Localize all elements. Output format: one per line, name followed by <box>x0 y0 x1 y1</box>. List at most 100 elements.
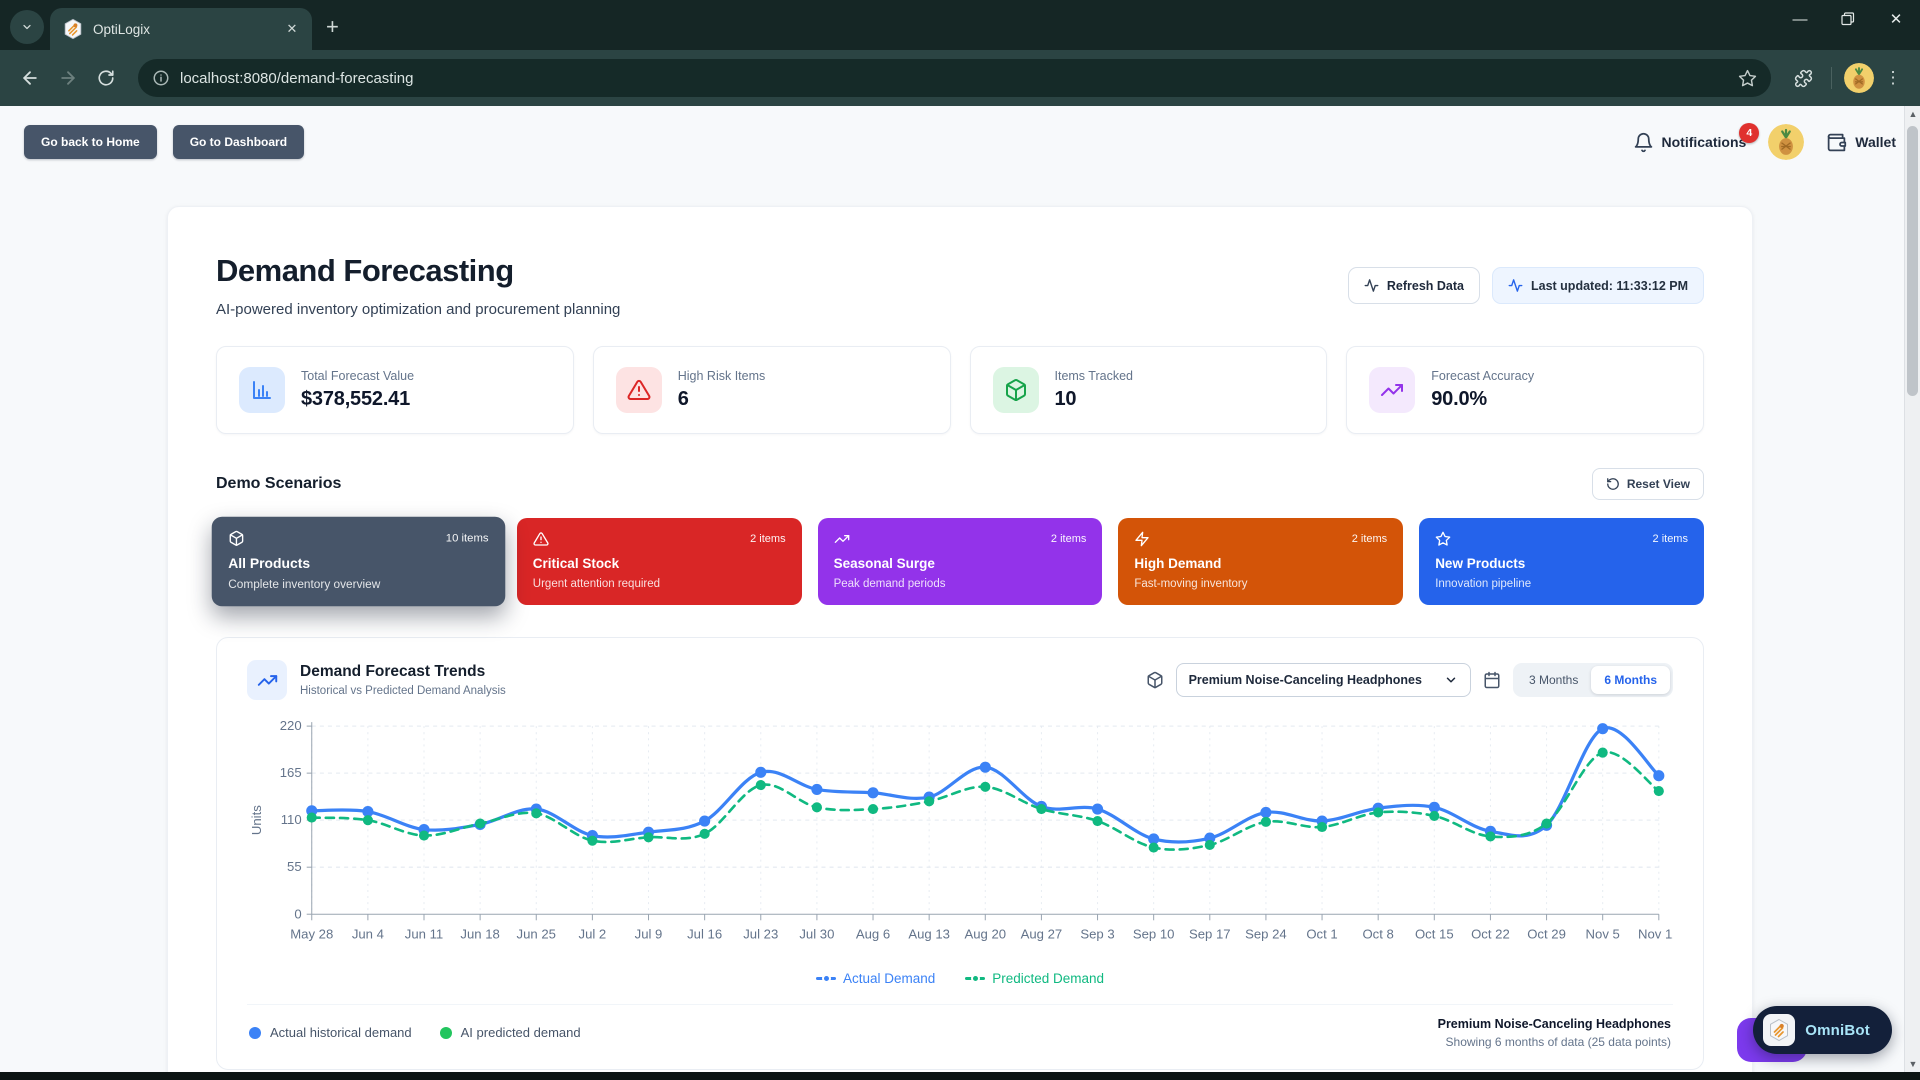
legend-predicted-demand[interactable]: Predicted Demand <box>965 971 1104 986</box>
omnibot-logo-icon <box>1763 1014 1795 1046</box>
scroll-up-arrow-icon[interactable]: ▲ <box>1905 106 1920 122</box>
tab-close-icon[interactable]: ✕ <box>282 19 302 39</box>
scenario-card-critical-stock[interactable]: 2 items Critical Stock Urgent attention … <box>517 518 802 605</box>
scenario-items-count: 2 items <box>1352 533 1387 545</box>
window-bottom-edge <box>0 1072 1920 1080</box>
go-dashboard-button[interactable]: Go to Dashboard <box>173 125 304 159</box>
scenario-card-seasonal-surge[interactable]: 2 items Seasonal Surge Peak demand perio… <box>818 518 1103 605</box>
svg-text:Jun 4: Jun 4 <box>352 926 384 941</box>
svg-text:Jul 2: Jul 2 <box>579 926 607 941</box>
stat-value: 6 <box>678 388 766 411</box>
browser-tab[interactable]: OptiLogix ✕ <box>50 8 312 50</box>
svg-text:Jun 18: Jun 18 <box>460 926 499 941</box>
browser-toolbar: localhost:8080/demand-forecasting ⋮ <box>0 50 1920 106</box>
legend-actual-demand[interactable]: Actual Demand <box>816 971 935 986</box>
browser-profile-avatar[interactable] <box>1844 63 1874 93</box>
window-minimize-button[interactable]: — <box>1776 0 1824 38</box>
omnibot-label: OmniBot <box>1805 1022 1870 1039</box>
user-avatar[interactable] <box>1768 124 1804 160</box>
green-dot-icon <box>440 1027 452 1039</box>
svg-text:Aug 6: Aug 6 <box>856 926 890 941</box>
svg-text:Oct 15: Oct 15 <box>1415 926 1454 941</box>
forecasting-panel: Demand Forecasting AI-powered inventory … <box>167 206 1753 1080</box>
svg-text:Jul 16: Jul 16 <box>687 926 722 941</box>
svg-text:Sep 10: Sep 10 <box>1133 926 1175 941</box>
bookmark-star-icon[interactable] <box>1738 69 1757 88</box>
svg-text:Units: Units <box>249 805 264 835</box>
omnibot-widget[interactable]: OmniBot <box>1753 1006 1892 1054</box>
browser-titlebar: OptiLogix ✕ + — ✕ <box>0 0 1920 50</box>
svg-text:Aug 13: Aug 13 <box>908 926 950 941</box>
svg-text:Jul 23: Jul 23 <box>743 926 778 941</box>
url-bar[interactable]: localhost:8080/demand-forecasting <box>138 59 1771 97</box>
range-6-months-button[interactable]: 6 Months <box>1591 666 1670 694</box>
svg-text:May 28: May 28 <box>290 926 333 941</box>
scenario-title: New Products <box>1435 556 1688 571</box>
stat-card-total-forecast: Total Forecast Value $378,552.41 <box>216 346 574 434</box>
refresh-data-button[interactable]: Refresh Data <box>1348 267 1480 304</box>
trending-up-icon <box>247 660 287 700</box>
scenario-card-high-demand[interactable]: 2 items High Demand Fast-moving inventor… <box>1118 518 1403 605</box>
footnote-actual: Actual historical demand <box>249 1025 412 1040</box>
footnote-product-name: Premium Noise-Canceling Headphones <box>1438 1017 1671 1031</box>
stat-value: 10 <box>1055 388 1134 411</box>
svg-text:Sep 3: Sep 3 <box>1080 926 1114 941</box>
stat-label: Forecast Accuracy <box>1431 369 1534 383</box>
svg-text:Oct 1: Oct 1 <box>1306 926 1337 941</box>
scenario-desc: Fast-moving inventory <box>1134 578 1387 590</box>
range-3-months-button[interactable]: 3 Months <box>1516 666 1591 694</box>
new-tab-button[interactable]: + <box>326 14 339 40</box>
extensions-puzzle-icon[interactable] <box>1787 62 1819 94</box>
package-icon <box>1146 671 1164 689</box>
svg-text:165: 165 <box>280 765 302 780</box>
demo-scenarios-heading: Demo Scenarios <box>216 475 341 493</box>
back-arrow-icon[interactable] <box>14 62 46 94</box>
chart-legend: Actual Demand Predicted Demand <box>247 971 1673 986</box>
tab-search-button[interactable] <box>10 10 44 44</box>
svg-text:Oct 29: Oct 29 <box>1527 926 1566 941</box>
blue-dot-icon <box>249 1027 261 1039</box>
stat-label: High Risk Items <box>678 369 766 383</box>
scenario-desc: Complete inventory overview <box>228 578 488 590</box>
page-subtitle: AI-powered inventory optimization and pr… <box>216 301 620 318</box>
notifications-button[interactable]: Notifications 4 <box>1633 132 1747 153</box>
svg-text:Aug 27: Aug 27 <box>1021 926 1063 941</box>
chevron-down-icon <box>21 21 33 33</box>
scenario-title: All Products <box>228 556 488 571</box>
page-scrollbar[interactable]: ▲ ▼ <box>1904 106 1920 1072</box>
reset-view-button[interactable]: Reset View <box>1592 468 1704 500</box>
product-select[interactable]: Premium Noise-Canceling Headphones <box>1176 663 1471 697</box>
scenario-card-all-products[interactable]: 10 items All Products Complete inventory… <box>212 517 505 607</box>
window-close-button[interactable]: ✕ <box>1872 0 1920 38</box>
range-segmented-control: 3 Months 6 Months <box>1513 663 1673 697</box>
package-icon <box>228 530 244 546</box>
page-content: Demand Forecasting AI-powered inventory … <box>0 178 1920 1080</box>
bell-icon <box>1633 132 1654 153</box>
scenario-desc: Innovation pipeline <box>1435 578 1688 590</box>
window-restore-button[interactable] <box>1824 0 1872 38</box>
svg-text:Nov 12: Nov 12 <box>1638 926 1673 941</box>
app-topnav: Go back to Home Go to Dashboard Notifica… <box>0 106 1920 178</box>
scenario-items-count: 2 items <box>750 533 785 545</box>
footnote-data-range: Showing 6 months of data (25 data points… <box>1438 1035 1671 1049</box>
go-home-button[interactable]: Go back to Home <box>24 125 157 159</box>
wallet-button[interactable]: Wallet <box>1826 132 1896 153</box>
wallet-icon <box>1826 132 1847 153</box>
site-info-icon[interactable] <box>152 69 170 87</box>
alert-triangle-icon <box>616 367 662 413</box>
activity-icon <box>1364 278 1379 293</box>
trending-up-icon <box>834 531 850 547</box>
forward-arrow-icon[interactable] <box>52 62 84 94</box>
demand-forecast-chart[interactable]: 055110165220May 28Jun 4Jun 11Jun 18Jun 2… <box>247 716 1673 969</box>
scroll-down-arrow-icon[interactable]: ▼ <box>1905 1056 1920 1072</box>
chart-title: Demand Forecast Trends <box>300 663 506 681</box>
scenario-title: Seasonal Surge <box>834 556 1087 571</box>
scrollbar-thumb[interactable] <box>1907 126 1918 396</box>
bar-chart-icon <box>239 367 285 413</box>
reload-icon[interactable] <box>90 62 122 94</box>
scenario-card-new-products[interactable]: 2 items New Products Innovation pipeline <box>1419 518 1704 605</box>
rotate-ccw-icon <box>1606 477 1620 491</box>
scenario-row: 10 items All Products Complete inventory… <box>216 518 1704 605</box>
tab-title: OptiLogix <box>93 22 273 37</box>
browser-menu-kebab-icon[interactable]: ⋮ <box>1880 68 1906 88</box>
